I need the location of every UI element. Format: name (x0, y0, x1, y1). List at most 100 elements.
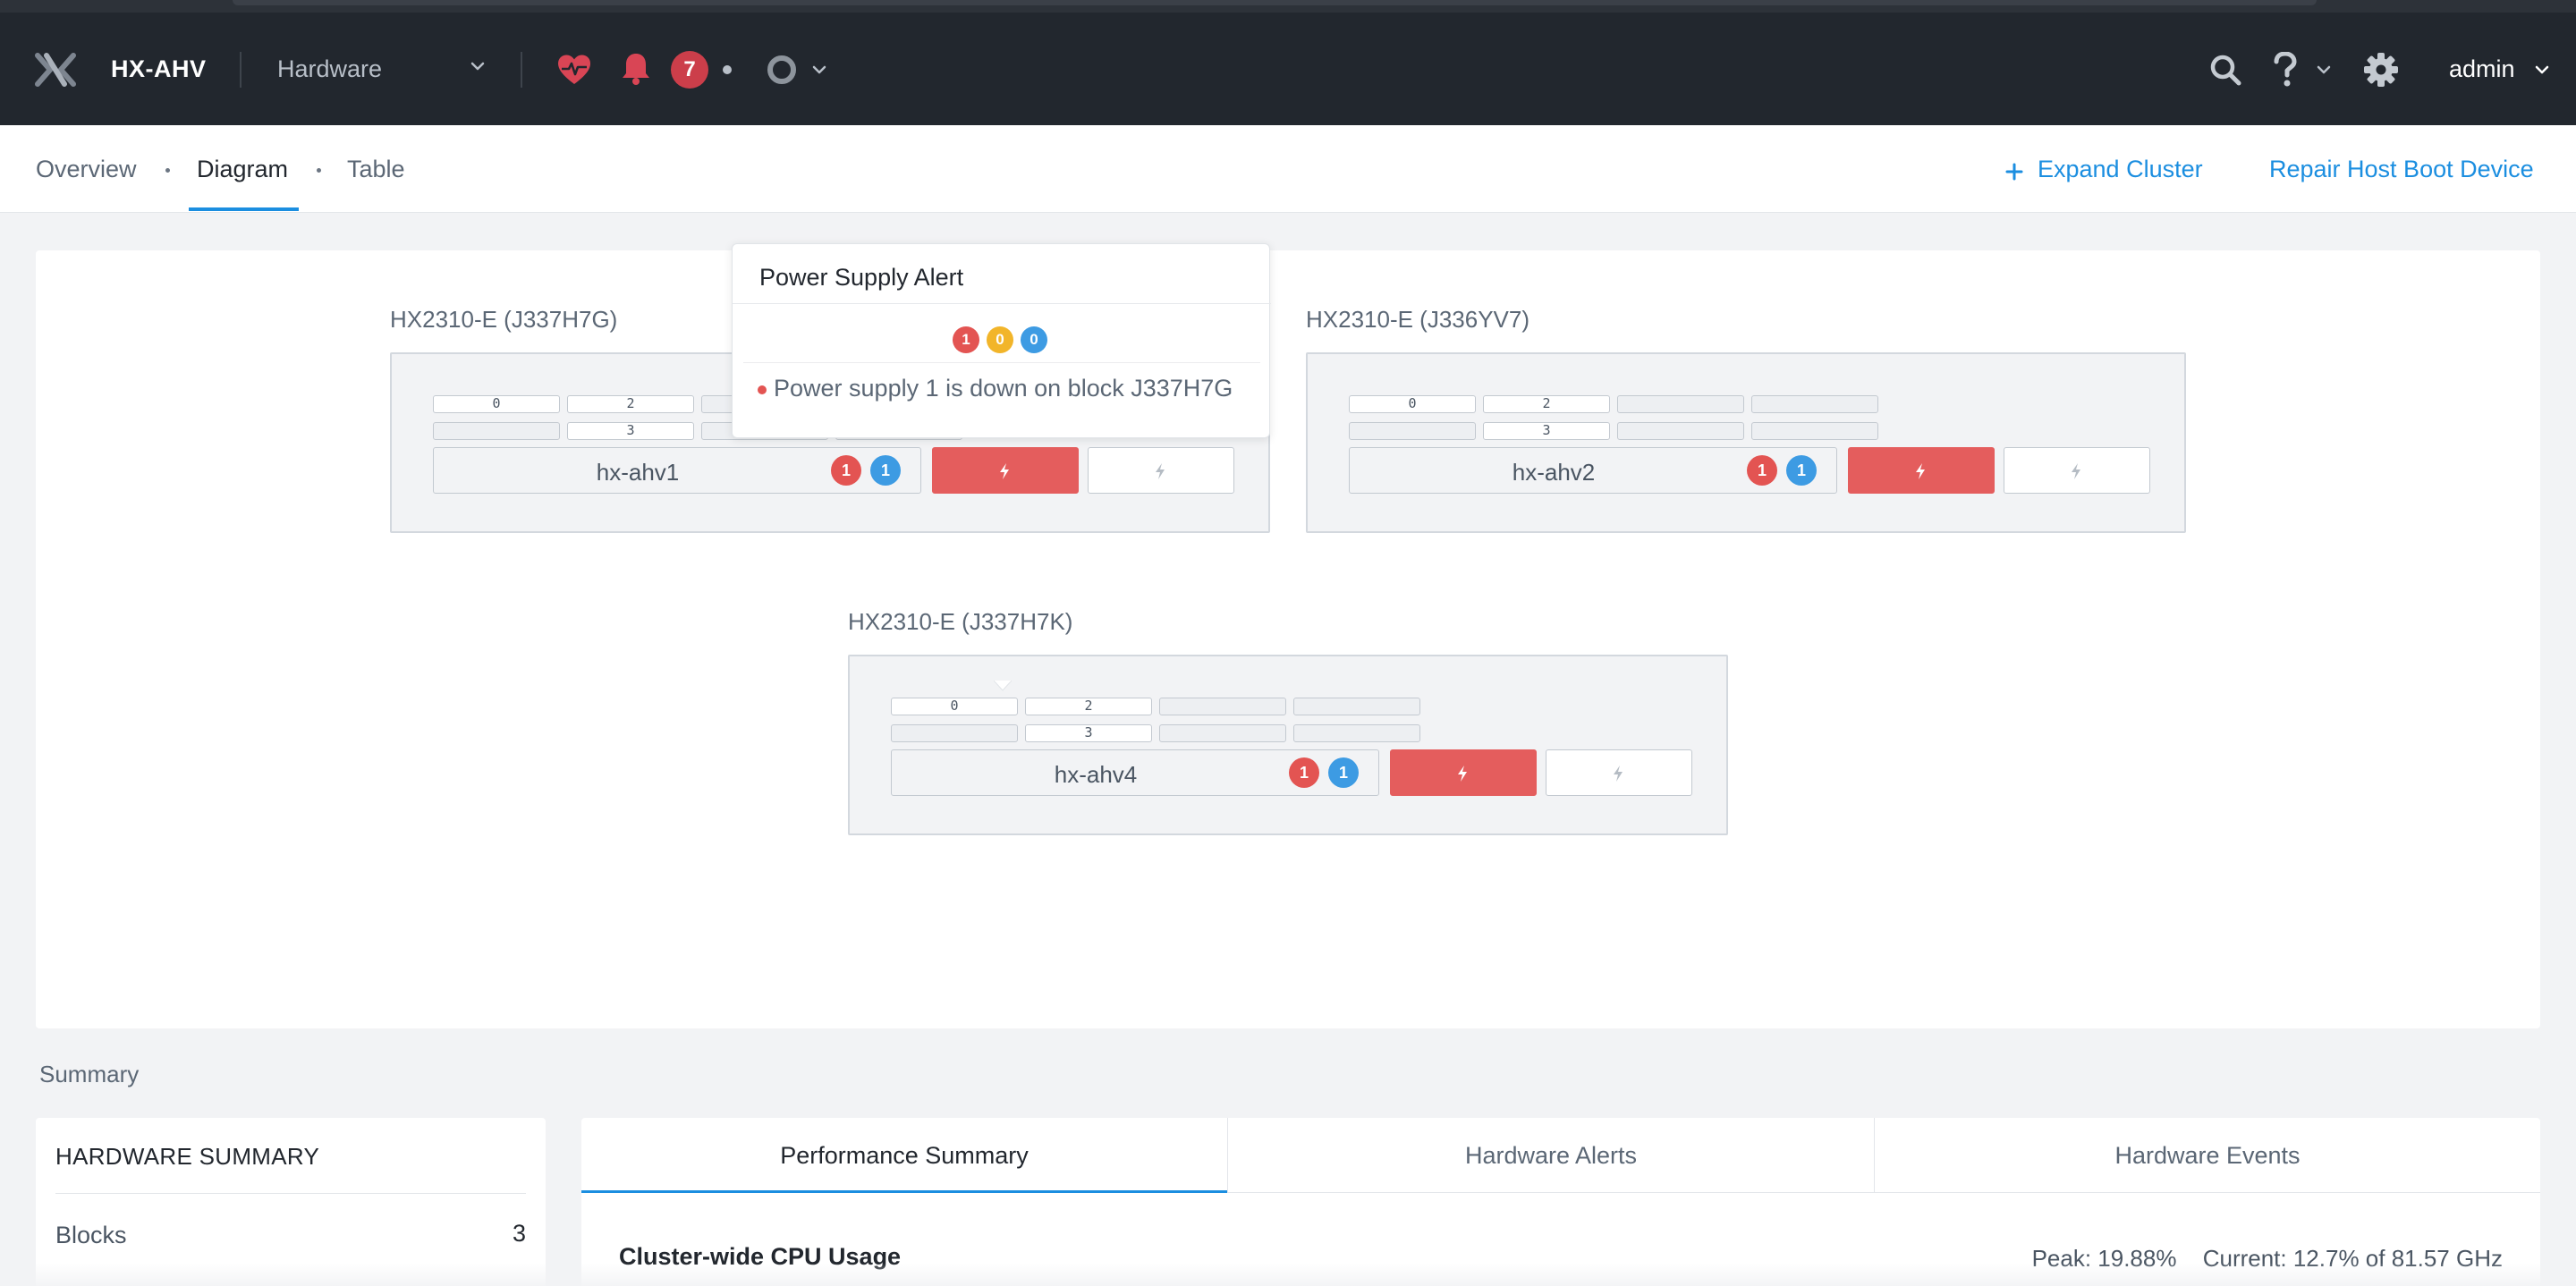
chevron-down-icon[interactable] (2315, 61, 2333, 79)
power-supply-2-ok[interactable] (2004, 447, 2150, 494)
header-divider (521, 52, 522, 88)
disk-slot[interactable] (433, 422, 560, 440)
summary-row-value: 3 (512, 1220, 526, 1247)
power-supply-alert-popover: Power Supply Alert 1 0 0 Power supply 1 … (732, 243, 1271, 691)
power-supply-1-down[interactable] (1848, 447, 1995, 494)
popover-title: Power Supply Alert (759, 264, 964, 291)
status-dot (723, 65, 732, 74)
disk-slot[interactable]: 3 (1483, 422, 1610, 440)
expand-cluster-link[interactable]: Expand Cluster (2038, 156, 2203, 183)
host-node[interactable]: hx-ahv4 1 1 (891, 749, 1379, 796)
chevron-down-icon[interactable] (469, 57, 487, 75)
disk-slot[interactable]: 0 (891, 698, 1018, 715)
disk-slot[interactable]: 2 (1483, 395, 1610, 413)
power-supply-1-down[interactable] (1390, 749, 1537, 796)
critical-alert-badge[interactable]: 1 (1289, 757, 1319, 788)
host-name: hx-ahv4 (1054, 761, 1138, 788)
tab-hardware-alerts[interactable]: Hardware Alerts (1228, 1118, 1874, 1193)
info-alert-badge[interactable]: 1 (870, 455, 901, 486)
view-tabs-bar: Overview Diagram Table Expand Cluster Re… (0, 125, 2576, 213)
host-name: hx-ahv2 (1512, 459, 1596, 486)
alert-message[interactable]: Power supply 1 is down on block J337H7G (774, 375, 1233, 402)
alerts-bell-icon[interactable] (621, 52, 651, 86)
tab-overview[interactable]: Overview (36, 156, 137, 183)
disk-slot[interactable]: 0 (1349, 395, 1476, 413)
tab-separator-dot (317, 168, 321, 173)
user-menu-label[interactable]: admin (2449, 55, 2515, 83)
critical-alert-badge[interactable]: 1 (1747, 455, 1777, 486)
disk-slot[interactable] (1159, 724, 1286, 742)
disk-slot[interactable] (1751, 422, 1878, 440)
hardware-summary-card: HARDWARE SUMMARY Blocks 3 (36, 1118, 546, 1286)
module-selector-label[interactable]: Hardware (277, 55, 382, 83)
block-title: HX2310-E (J336YV7) (1306, 306, 1530, 333)
lightning-bolt-icon (1614, 766, 1623, 782)
info-alert-badge[interactable]: 1 (1328, 757, 1359, 788)
tasks-circle-icon[interactable] (766, 54, 798, 86)
disk-slot[interactable] (1617, 395, 1744, 413)
info-alert-badge[interactable]: 1 (1786, 455, 1817, 486)
active-tab-indicator (189, 207, 299, 211)
critical-alert-badge[interactable]: 1 (831, 455, 861, 486)
disk-slot[interactable]: 2 (567, 395, 694, 413)
summary-row-label: Blocks (55, 1222, 127, 1248)
popover-arrow (994, 681, 1012, 691)
disk-slot[interactable] (1293, 698, 1420, 715)
info-count-badge[interactable]: 0 (1021, 326, 1047, 353)
lightning-bolt-icon (1916, 463, 1925, 479)
power-supply-2-ok[interactable] (1088, 447, 1234, 494)
critical-count-badge[interactable]: 1 (953, 326, 979, 353)
chevron-down-icon[interactable] (810, 61, 828, 79)
alert-bullet (758, 385, 767, 394)
alert-count-badge[interactable]: 7 (671, 51, 708, 89)
lightning-bolt-icon (1458, 766, 1467, 782)
tab-table[interactable]: Table (347, 156, 405, 183)
disk-slot[interactable] (1617, 422, 1744, 440)
window-top-strip (0, 0, 2576, 13)
settings-gear-icon[interactable] (2363, 52, 2399, 88)
cluster-name[interactable]: HX-AHV (111, 55, 207, 83)
disk-slot[interactable] (1293, 724, 1420, 742)
summary-section-label: Summary (39, 1061, 140, 1087)
health-heart-icon[interactable] (556, 54, 592, 86)
disk-slot[interactable] (1349, 422, 1476, 440)
lightning-bolt-icon (1156, 463, 1165, 479)
host-node[interactable]: hx-ahv1 1 1 (433, 447, 921, 494)
hardware-block[interactable]: 0 2 3 hx-ahv4 1 1 (848, 655, 1728, 835)
popover-divider (743, 362, 1260, 363)
popover-divider (733, 303, 1271, 304)
tab-performance-summary[interactable]: Performance Summary (581, 1118, 1227, 1193)
lightning-bolt-icon (2072, 463, 2080, 479)
warning-count-badge[interactable]: 0 (987, 326, 1013, 353)
performance-card: Performance Summary Hardware Alerts Hard… (581, 1118, 2540, 1286)
disk-slot[interactable] (891, 724, 1018, 742)
power-supply-1-down[interactable] (932, 447, 1079, 494)
tab-hardware-events[interactable]: Hardware Events (1875, 1118, 2540, 1193)
hardware-diagram-panel: HX2310-E (J337H7G) 0 2 3 hx-ahv1 1 1 HX2… (36, 250, 2540, 1028)
tab-separator-dot (165, 168, 170, 173)
tab-diagram[interactable]: Diagram (197, 156, 288, 183)
block-title: HX2310-E (J337H7G) (390, 306, 618, 333)
plus-icon[interactable] (2005, 163, 2023, 181)
search-icon[interactable] (2209, 54, 2241, 86)
disk-slot[interactable] (1159, 698, 1286, 715)
disk-slot[interactable]: 2 (1025, 698, 1152, 715)
top-navigation-bar: HX-AHV Hardware 7 admin (0, 0, 2576, 125)
disk-slot[interactable] (1751, 395, 1878, 413)
hardware-summary-title: HARDWARE SUMMARY (55, 1143, 320, 1170)
disk-slot[interactable]: 0 (433, 395, 560, 413)
repair-host-boot-device-link[interactable]: Repair Host Boot Device (2269, 156, 2534, 183)
disk-slot[interactable]: 3 (1025, 724, 1152, 742)
host-node[interactable]: hx-ahv2 1 1 (1349, 447, 1837, 494)
block-title: HX2310-E (J337H7K) (848, 608, 1073, 635)
lightning-bolt-icon (1000, 463, 1009, 479)
host-name: hx-ahv1 (596, 459, 680, 486)
help-question-icon[interactable] (2272, 52, 2299, 88)
window-top-strip-inner (233, 0, 2317, 5)
header-divider (240, 52, 242, 88)
nutanix-x-logo-icon[interactable] (34, 52, 77, 88)
disk-slot[interactable]: 3 (567, 422, 694, 440)
power-supply-2-ok[interactable] (1546, 749, 1692, 796)
chevron-down-icon[interactable] (2533, 61, 2551, 79)
hardware-block[interactable]: 0 2 3 hx-ahv2 1 1 (1306, 352, 2186, 533)
